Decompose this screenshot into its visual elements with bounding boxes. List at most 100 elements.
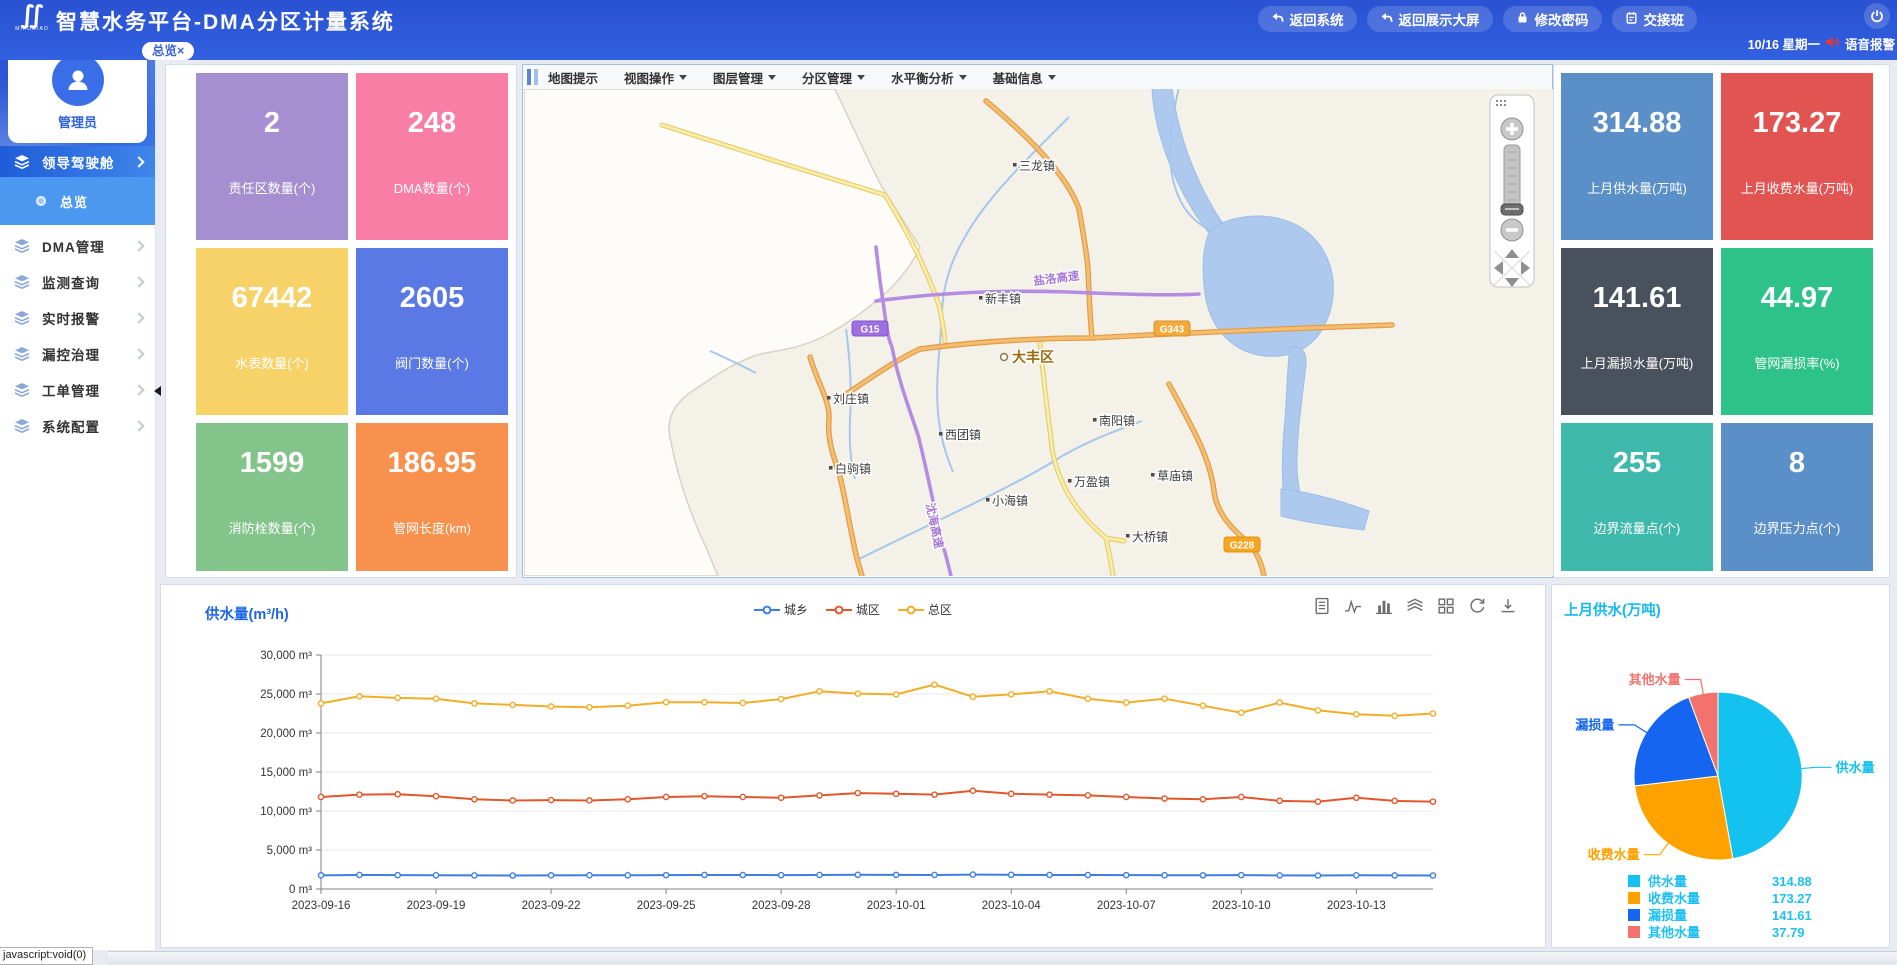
caret-down-icon bbox=[679, 75, 687, 80]
map-toolbar-item-2[interactable]: 图层管理 bbox=[713, 68, 776, 87]
svg-text:173.27: 173.27 bbox=[1772, 891, 1812, 906]
logo-subtext: MIAOMIAO bbox=[12, 26, 52, 32]
pie-slice-收费水量[interactable] bbox=[1635, 776, 1733, 860]
map-toolbar-item-1[interactable]: 视图操作 bbox=[624, 68, 687, 87]
speaker-icon[interactable] bbox=[1825, 35, 1840, 52]
x-tick-label: 2023-10-13 bbox=[1327, 900, 1386, 912]
logout-power-button[interactable] bbox=[1864, 3, 1890, 29]
sidebar-item-0[interactable]: 领导驾驶舱 bbox=[0, 146, 155, 177]
sidebar-subitem-总览[interactable]: 总览 bbox=[0, 177, 155, 225]
town-label-西团镇: 西团镇 bbox=[939, 428, 981, 442]
stat-card-消防栓数量(个): 1599消防栓数量(个) bbox=[196, 423, 348, 571]
x-tick-label: 2023-10-04 bbox=[982, 900, 1041, 912]
stack-icon[interactable] bbox=[1406, 597, 1424, 615]
header-bar: ∬ MIAOMIAO 智慧水务平台-DMA分区计量系统 返回系统返回展示大屏修改… bbox=[0, 0, 1897, 60]
bottom-strip bbox=[108, 951, 1897, 964]
map-canvas[interactable]: 盐洛高速沈海高速G15G343G228三龙镇新丰镇大丰区刘庄镇西团镇白驹镇南阳镇… bbox=[524, 89, 1553, 581]
map-svg[interactable]: 盐洛高速沈海高速G15G343G228三龙镇新丰镇大丰区刘庄镇西团镇白驹镇南阳镇… bbox=[524, 89, 1553, 576]
y-tick-label: 15,000 m³ bbox=[260, 767, 312, 779]
road-badge-G15: G15 bbox=[852, 321, 888, 336]
pie-callout-漏损量: 漏损量 bbox=[1575, 717, 1614, 732]
map-toolbar-item-3[interactable]: 分区管理 bbox=[802, 68, 865, 87]
pie-chart-panel: 上月供水(万吨) 供水量收费水量漏损量其他水量供水量314.88收费水量173.… bbox=[1551, 584, 1890, 948]
town-label-小海镇: 小海镇 bbox=[986, 493, 1028, 508]
back-arrow-icon bbox=[1271, 11, 1284, 27]
svg-text:刘庄镇: 刘庄镇 bbox=[833, 391, 869, 406]
zoom-in-button[interactable] bbox=[1501, 118, 1523, 140]
y-tick-label: 0 m³ bbox=[289, 884, 312, 896]
chevron-right-icon bbox=[133, 156, 144, 167]
x-tick-label: 2023-09-19 bbox=[407, 900, 466, 912]
svg-text:314.88: 314.88 bbox=[1772, 874, 1812, 889]
map-toolbar-item-5[interactable]: 基础信息 bbox=[993, 68, 1056, 87]
sidebar-collapse-icon[interactable] bbox=[154, 386, 161, 396]
lock-icon bbox=[1516, 11, 1529, 27]
line-chart-icon[interactable] bbox=[1344, 597, 1362, 615]
user-icon bbox=[63, 65, 93, 95]
user-card: 管理员 bbox=[8, 46, 147, 143]
sidebar-item-2[interactable]: 监测查询 bbox=[0, 266, 155, 297]
stat-card-边界压力点(个): 8边界压力点(个) bbox=[1721, 423, 1873, 571]
x-tick-label: 2023-10-10 bbox=[1212, 900, 1271, 912]
pie-legend-item-其他水量[interactable]: 其他水量37.79 bbox=[1628, 925, 1805, 940]
svg-text:141.61: 141.61 bbox=[1772, 908, 1812, 923]
restore-icon[interactable] bbox=[1468, 597, 1486, 615]
pie-legend-item-供水量[interactable]: 供水量314.88 bbox=[1628, 874, 1812, 889]
pie-legend-item-收费水量[interactable]: 收费水量173.27 bbox=[1628, 891, 1812, 906]
pie-chart: 供水量收费水量漏损量其他水量供水量314.88收费水量173.27漏损量141.… bbox=[1552, 585, 1889, 947]
chevron-right-icon bbox=[133, 312, 144, 323]
chart-toolbox bbox=[1313, 597, 1517, 615]
map-toolbar: 地图提示 视图操作 图层管理 分区管理 水平衡分析 基础信息 bbox=[523, 65, 1552, 90]
layers-icon bbox=[14, 419, 30, 433]
sidebar-item-5[interactable]: 工单管理 bbox=[0, 374, 155, 405]
layers-icon bbox=[14, 311, 30, 325]
caret-down-icon bbox=[1048, 75, 1056, 80]
user-name: 管理员 bbox=[58, 112, 97, 131]
svg-text:三龙镇: 三龙镇 bbox=[1019, 159, 1055, 173]
x-tick-label: 2023-10-07 bbox=[1097, 900, 1156, 912]
zoom-slider-track[interactable] bbox=[1504, 145, 1520, 213]
svg-text:小海镇: 小海镇 bbox=[992, 493, 1028, 508]
header-button-0[interactable]: 返回系统 bbox=[1258, 6, 1357, 32]
town-label-三龙镇: 三龙镇 bbox=[1013, 159, 1055, 173]
data-view-icon[interactable] bbox=[1313, 597, 1331, 615]
layers-icon bbox=[14, 275, 30, 289]
download-icon[interactable] bbox=[1499, 597, 1517, 615]
svg-text:G228: G228 bbox=[1230, 541, 1255, 552]
map-zoom-control[interactable] bbox=[1490, 95, 1534, 287]
toolbar-accent bbox=[527, 69, 534, 85]
pie-legend-item-漏损量[interactable]: 漏损量141.61 bbox=[1628, 908, 1812, 923]
tab-close-icon[interactable]: × bbox=[177, 44, 184, 58]
line-chart-panel: 供水量(m³/h) 城乡 城区 总区 0 m³5,000 m³10,000 m³… bbox=[160, 584, 1546, 948]
pie-slice-供水量[interactable] bbox=[1718, 692, 1802, 859]
town-label-白驹镇: 白驹镇 bbox=[829, 461, 871, 476]
stat-card-DMA数量(个): 248DMA数量(个) bbox=[356, 73, 508, 240]
sidebar-item-6[interactable]: 系统配置 bbox=[0, 410, 155, 441]
town-label-新丰镇: 新丰镇 bbox=[979, 291, 1021, 306]
header-button-3[interactable]: 交接班 bbox=[1612, 6, 1698, 32]
caret-down-icon bbox=[857, 75, 865, 80]
tiled-icon[interactable] bbox=[1437, 597, 1455, 615]
tab-overview[interactable]: 总览× bbox=[142, 42, 194, 60]
app-logo: ∬ MIAOMIAO bbox=[12, 4, 52, 32]
y-tick-label: 20,000 m³ bbox=[260, 728, 312, 740]
stat-card-责任区数量(个): 2责任区数量(个) bbox=[196, 73, 348, 240]
sidebar-item-4[interactable]: 漏控治理 bbox=[0, 338, 155, 369]
stat-card-阀门数量(个): 2605阀门数量(个) bbox=[356, 248, 508, 415]
header-button-2[interactable]: 修改密码 bbox=[1503, 6, 1602, 32]
sidebar-menu: 领导驾驶舱 总览 DMA管理 监测查询 实时报警 漏控治理 bbox=[0, 146, 155, 446]
map-toolbar-item-0[interactable]: 地图提示 bbox=[548, 68, 598, 87]
stat-card-管网长度(km): 186.95管网长度(km) bbox=[356, 423, 508, 571]
sidebar-item-3[interactable]: 实时报警 bbox=[0, 302, 155, 333]
sidebar-item-1[interactable]: DMA管理 bbox=[0, 230, 155, 261]
map-toolbar-item-4[interactable]: 水平衡分析 bbox=[891, 68, 967, 87]
y-tick-label: 25,000 m³ bbox=[260, 689, 312, 701]
chevron-right-icon bbox=[133, 240, 144, 251]
header-button-1[interactable]: 返回展示大屏 bbox=[1367, 6, 1493, 32]
sidebar: 管理员 领导驾驶舱 总览 DMA管理 监测查询 实时报警 漏控治理 bbox=[0, 60, 156, 950]
chevron-right-icon bbox=[133, 384, 144, 395]
svg-text:大丰区: 大丰区 bbox=[1012, 349, 1054, 365]
bar-chart-icon[interactable] bbox=[1375, 597, 1393, 615]
zoom-out-button[interactable] bbox=[1501, 219, 1523, 241]
voice-alarm-label[interactable]: 语音报警 bbox=[1845, 34, 1895, 53]
